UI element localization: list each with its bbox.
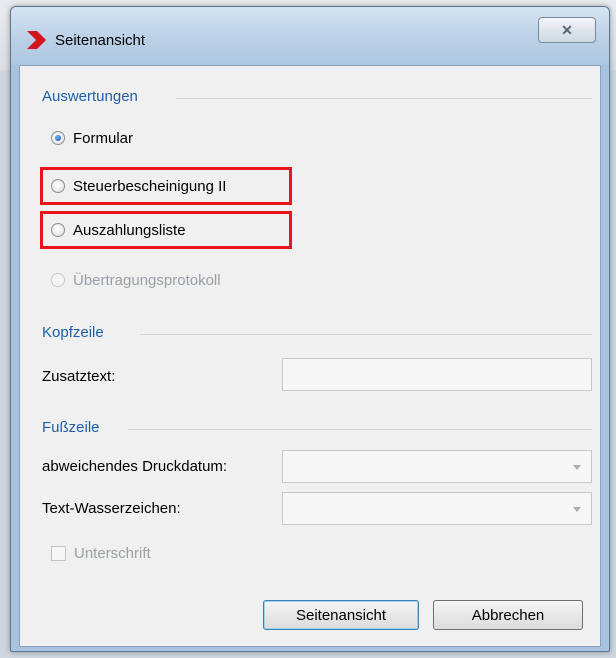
chevron-down-icon xyxy=(573,506,581,512)
druckdatum-label: abweichendes Druckdatum: xyxy=(42,458,228,475)
zusatztext-input[interactable] xyxy=(282,358,592,391)
chevron-down-icon xyxy=(573,464,581,470)
unterschrift-checkbox-row[interactable]: Unterschrift xyxy=(51,542,151,564)
section-auswertungen: Auswertungen xyxy=(42,88,138,105)
title-bar[interactable]: Seitenansicht ✕ xyxy=(11,7,609,65)
section-kopfzeile: Kopfzeile xyxy=(42,324,104,341)
radio-selected-dot xyxy=(55,135,61,141)
section-divider xyxy=(176,98,592,99)
radio-button-icon[interactable] xyxy=(51,273,65,287)
section-fusszeile: Fußzeile xyxy=(42,419,100,436)
zusatztext-label: Zusatztext: xyxy=(42,368,116,385)
section-divider xyxy=(128,429,592,430)
unterschrift-label: Unterschrift xyxy=(74,544,151,562)
radio-label: Übertragungsprotokoll xyxy=(73,271,221,289)
radio-label: Auszahlungsliste xyxy=(73,221,186,239)
section-divider xyxy=(140,334,592,335)
radio-auszahlungsliste[interactable]: Auszahlungsliste xyxy=(51,219,186,241)
druckdatum-combo[interactable] xyxy=(282,450,592,483)
radio-button-icon[interactable] xyxy=(51,179,65,193)
radio-formular[interactable]: Formular xyxy=(51,127,133,149)
radio-label: Formular xyxy=(73,129,134,147)
radio-label: Steuerbescheinigung II xyxy=(73,177,227,195)
radio-button-icon[interactable] xyxy=(51,223,65,237)
dialog-client: Auswertungen Formular Steuerbescheinigun… xyxy=(19,65,601,647)
abbrechen-button[interactable]: Abbrechen xyxy=(433,600,583,630)
radio-steuerbescheinigung[interactable]: Steuerbescheinigung II xyxy=(51,175,226,197)
close-icon: ✕ xyxy=(561,21,573,38)
seitenansicht-button[interactable]: Seitenansicht xyxy=(263,600,419,630)
app-chevron-icon xyxy=(27,31,46,49)
wasserzeichen-combo[interactable] xyxy=(282,492,592,525)
radio-uebertragungsprotokoll[interactable]: Übertragungsprotokoll xyxy=(51,269,221,291)
dialog-window: Seitenansicht ✕ Auswertungen Formular St… xyxy=(10,6,610,652)
radio-button-icon[interactable] xyxy=(51,131,65,145)
close-button[interactable]: ✕ xyxy=(538,17,596,43)
window-title: Seitenansicht xyxy=(55,32,146,49)
wasserzeichen-label: Text-Wasserzeichen: xyxy=(42,500,181,517)
unterschrift-checkbox[interactable] xyxy=(51,545,66,561)
